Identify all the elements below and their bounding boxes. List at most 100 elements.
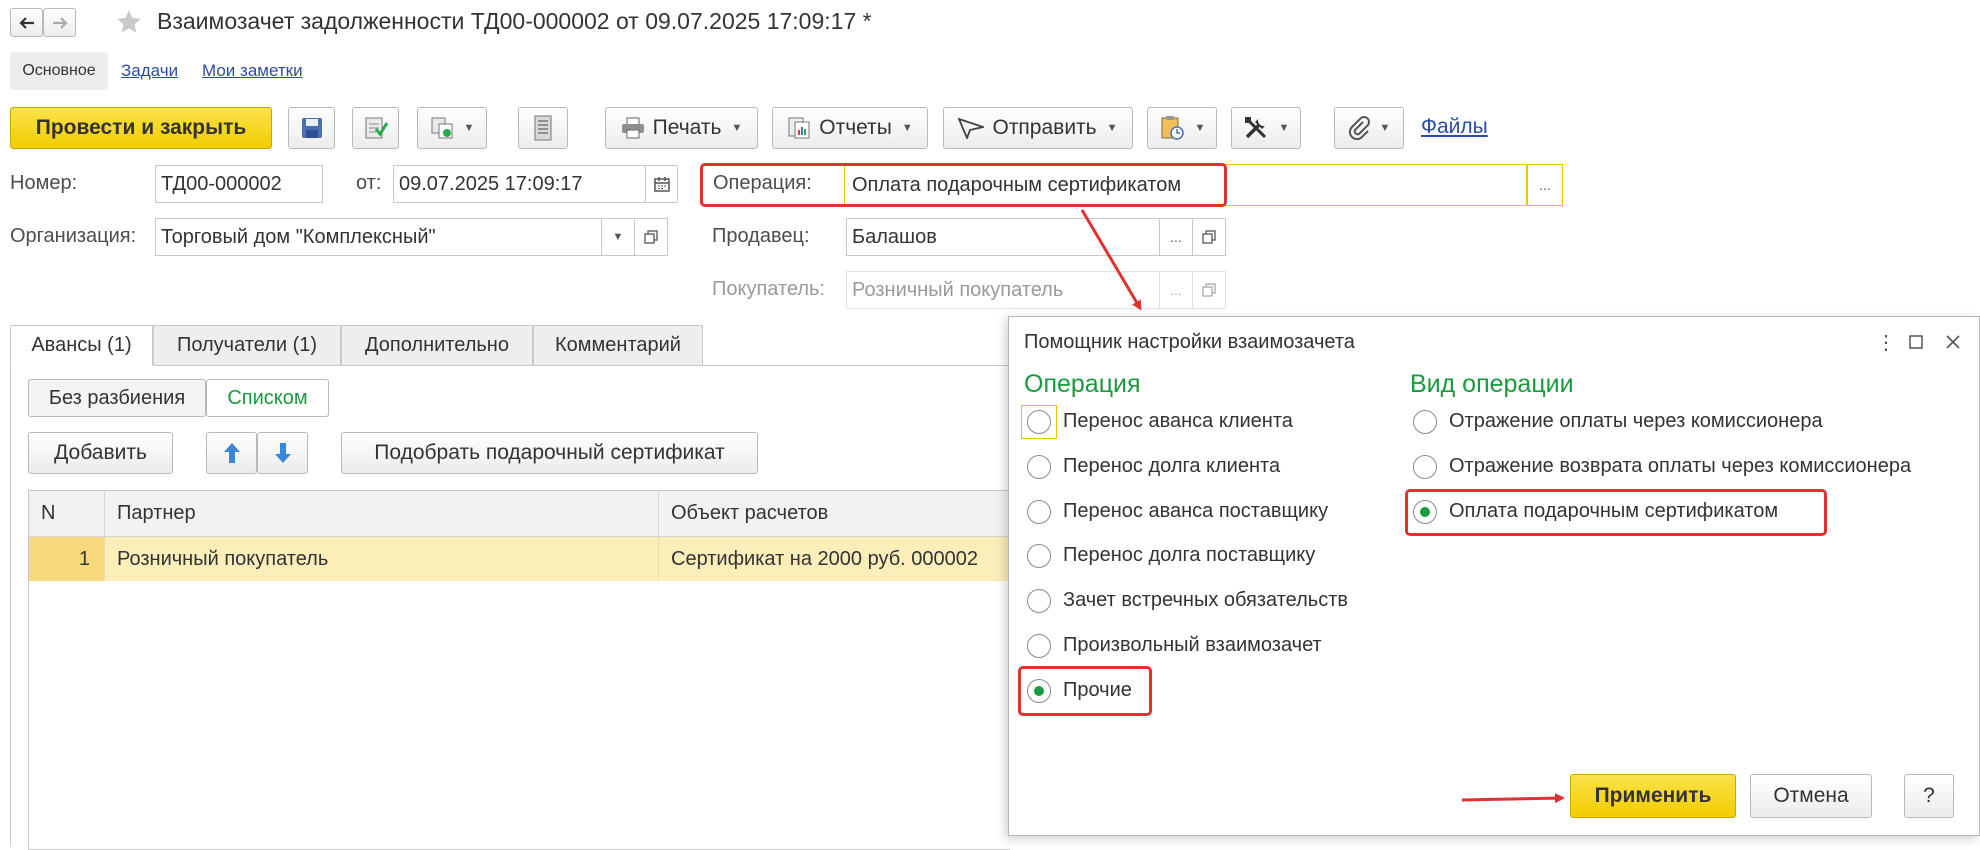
files-link[interactable]: Файлы [1421, 115, 1488, 139]
document-list-icon [534, 115, 552, 141]
forward-button[interactable] [43, 8, 76, 37]
number-field[interactable]: ТД00-000002 [155, 165, 323, 203]
structure-button[interactable] [518, 107, 568, 149]
radio-commission-payment[interactable] [1413, 410, 1437, 434]
reports-button[interactable]: Отчеты ▼ [772, 107, 928, 149]
open-window-icon [1202, 283, 1216, 297]
radio-other[interactable] [1027, 679, 1051, 703]
open-window-icon [644, 230, 658, 244]
arrow-down-icon [274, 443, 291, 463]
number-label: Номер: [10, 172, 78, 194]
nav-tab-tasks[interactable]: Задачи [121, 61, 178, 81]
apply-button[interactable]: Применить [1570, 774, 1736, 818]
caret-down-icon: ▼ [463, 122, 475, 134]
arrow-up-icon [223, 443, 240, 463]
caret-down-icon: ▼ [1194, 122, 1206, 134]
radio-transfer-supplier-debt[interactable] [1027, 544, 1051, 568]
star-icon[interactable] [115, 8, 143, 36]
nav-tab-main-label: Основное [22, 62, 96, 79]
option-offset-obligations[interactable]: Зачет встречных обязательств [1063, 589, 1348, 612]
tab-advances-label: Авансы (1) [31, 334, 132, 356]
seller-label: Продавец: [712, 225, 810, 247]
buyer-label: Покупатель: [712, 278, 826, 300]
tab-advances[interactable]: Авансы (1) [10, 325, 153, 366]
post-button[interactable] [352, 107, 399, 149]
cancel-button[interactable]: Отмена [1750, 774, 1872, 818]
operation-select-button[interactable]: ... [1527, 164, 1563, 206]
option-arbitrary-offset[interactable]: Произвольный взаимозачет [1063, 634, 1322, 657]
tab-additional[interactable]: Дополнительно [341, 325, 533, 366]
seller-select-button[interactable]: ... [1159, 218, 1193, 256]
option-transfer-supplier-debt[interactable]: Перенос долга поставщику [1063, 544, 1315, 567]
caret-down-icon: ▼ [901, 122, 913, 134]
send-label: Отправить [992, 116, 1097, 139]
help-button[interactable]: ? [1904, 774, 1954, 818]
move-up-button[interactable] [206, 432, 257, 474]
option-transfer-client-advance[interactable]: Перенос аванса клиента [1063, 410, 1293, 433]
radio-transfer-client-advance[interactable] [1027, 410, 1051, 434]
seller-field[interactable]: Балашов [846, 218, 1160, 256]
column-header-object[interactable]: Объект расчетов [659, 491, 1010, 537]
no-split-button[interactable]: Без разбиения [28, 379, 206, 417]
list-view-label: Списком [227, 386, 308, 409]
option-transfer-supplier-advance[interactable]: Перенос аванса поставщику [1063, 500, 1328, 523]
maximize-icon[interactable] [1909, 335, 1923, 349]
operation-label: Операция: [713, 172, 812, 194]
list-view-button[interactable]: Списком [206, 379, 329, 417]
tasks-button[interactable]: ▼ [1147, 107, 1217, 149]
arrow-right-icon [52, 16, 68, 29]
option-gift-certificate[interactable]: Оплата подарочным сертификатом [1449, 500, 1778, 523]
nav-tab-notes[interactable]: Мои заметки [202, 61, 303, 81]
radio-transfer-supplier-advance[interactable] [1027, 500, 1051, 524]
buyer-select-button: ... [1159, 271, 1193, 309]
organization-open-button[interactable] [634, 218, 668, 256]
attach-button[interactable]: ▼ [1334, 107, 1404, 149]
option-commission-payment[interactable]: Отражение оплаты через комиссионера [1449, 410, 1823, 433]
radio-commission-refund[interactable] [1413, 455, 1437, 479]
save-button[interactable] [288, 107, 335, 149]
table-cell-partner[interactable]: Розничный покупатель [105, 537, 659, 581]
tab-recipients[interactable]: Получатели (1) [153, 325, 341, 366]
pick-gift-certificate-button[interactable]: Подобрать подарочный сертификат [341, 432, 758, 474]
seller-open-button[interactable] [1192, 218, 1226, 256]
caret-down-icon: ▼ [731, 122, 743, 134]
tools-icon [1244, 117, 1266, 139]
table-cell-n[interactable]: 1 [29, 537, 105, 581]
create-based-on-button[interactable]: ▼ [417, 107, 487, 149]
post-and-close-button[interactable]: Провести и закрыть [10, 107, 272, 149]
column-header-partner[interactable]: Партнер [105, 491, 659, 537]
radio-transfer-client-debt[interactable] [1027, 455, 1051, 479]
nav-tab-main[interactable]: Основное [10, 52, 108, 90]
more-actions-button[interactable]: ▼ [1231, 107, 1301, 149]
post-and-close-label: Провести и закрыть [35, 116, 247, 139]
organization-field[interactable]: Торговый дом "Комплексный" [155, 218, 602, 256]
more-vertical-icon[interactable]: ⋮ [1876, 330, 1896, 355]
add-button[interactable]: Добавить [28, 432, 173, 474]
apply-label: Применить [1594, 784, 1712, 807]
radio-gift-certificate[interactable] [1413, 500, 1437, 524]
date-field[interactable]: 09.07.2025 17:09:17 [393, 165, 646, 203]
calendar-button[interactable] [645, 165, 678, 203]
date-label: от: [356, 172, 382, 194]
reports-icon [788, 117, 810, 139]
buyer-open-button [1192, 271, 1226, 309]
radio-offset-obligations[interactable] [1027, 589, 1051, 613]
move-down-button[interactable] [257, 432, 308, 474]
print-button[interactable]: Печать ▼ [605, 107, 758, 149]
paperclip-icon [1348, 116, 1370, 141]
option-transfer-client-debt[interactable]: Перенос долга клиента [1063, 455, 1280, 478]
send-button[interactable]: Отправить ▼ [943, 107, 1133, 149]
tab-comment[interactable]: Комментарий [533, 325, 703, 366]
option-commission-refund[interactable]: Отражение возврата оплаты через комиссио… [1449, 455, 1911, 478]
close-icon[interactable] [1946, 335, 1960, 349]
caret-down-icon: ▼ [1278, 122, 1290, 134]
caret-down-icon: ▼ [1379, 122, 1391, 134]
option-other[interactable]: Прочие [1063, 679, 1132, 702]
add-label: Добавить [54, 441, 147, 464]
back-button[interactable] [10, 8, 43, 37]
column-header-n[interactable]: N [29, 491, 105, 537]
table-cell-object[interactable]: Сертификат на 2000 руб. 000002 [659, 537, 1010, 581]
organization-dropdown-button[interactable]: ▼ [601, 218, 635, 256]
operation-field[interactable]: Оплата подарочным сертификатом [844, 164, 1527, 206]
radio-arbitrary-offset[interactable] [1027, 634, 1051, 658]
